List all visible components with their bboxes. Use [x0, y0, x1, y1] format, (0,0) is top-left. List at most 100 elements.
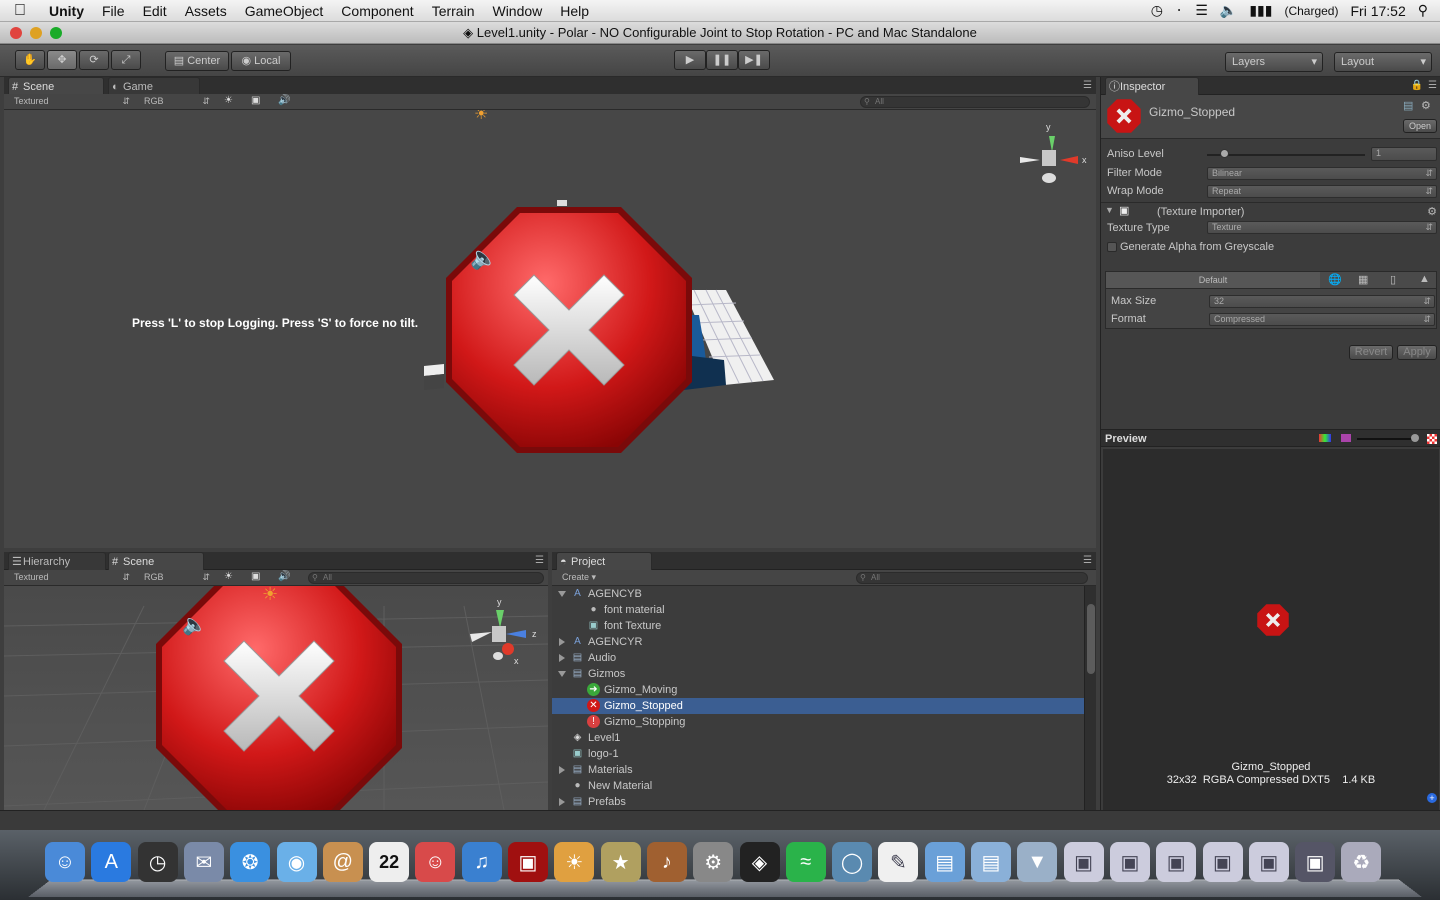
- unity-icon[interactable]: ◈: [739, 842, 780, 882]
- network-icon[interactable]: ◯: [832, 842, 873, 882]
- aniso-level-field[interactable]: 1: [1371, 147, 1437, 161]
- panel-menu-icon[interactable]: ☰: [1083, 80, 1092, 91]
- mip-slider-thumb[interactable]: [1411, 434, 1419, 442]
- mip-slider-track[interactable]: [1357, 438, 1415, 440]
- apple-menu-icon[interactable]: : [0, 2, 40, 20]
- bluetooth-icon[interactable]: ᛫: [1175, 3, 1183, 19]
- secondary-scene-viewport[interactable]: ☀ 🔈 y z x: [4, 586, 548, 810]
- color-mode-dropdown[interactable]: RGB ⇵: [140, 95, 210, 108]
- pause-button[interactable]: ❚❚: [706, 50, 738, 70]
- tab-scene[interactable]: # Scene: [8, 77, 104, 95]
- foldout-closed-icon[interactable]: [559, 766, 565, 774]
- standalone-platform-icon[interactable]: ▦: [1358, 273, 1368, 286]
- project-row[interactable]: ▤ Gizmos: [552, 666, 1084, 682]
- window-2-icon[interactable]: ▣: [1109, 842, 1150, 882]
- dvd-player-icon[interactable]: ▣: [508, 842, 548, 882]
- menu-gameobject[interactable]: GameObject: [236, 0, 333, 22]
- project-row[interactable]: A AGENCYR: [552, 634, 1084, 650]
- audio-toggle-icon[interactable]: 🔊: [278, 571, 290, 582]
- texture-importer-header[interactable]: ▼ ▣ (Texture Importer) ⚙: [1101, 202, 1440, 220]
- audio-toggle-icon[interactable]: 🔊: [278, 95, 290, 106]
- revert-button[interactable]: Revert: [1349, 345, 1393, 360]
- secondary-search-input[interactable]: ⚲ All: [308, 572, 544, 584]
- photo-booth-icon[interactable]: ☺: [415, 842, 456, 882]
- safari-icon[interactable]: ❂: [230, 842, 271, 882]
- foldout-open-icon[interactable]: [558, 591, 566, 597]
- texture-type-dropdown[interactable]: Texture ⇵: [1207, 221, 1437, 234]
- project-row[interactable]: ● New Material: [552, 778, 1084, 794]
- menu-help[interactable]: Help: [551, 0, 598, 22]
- scrollbar-thumb[interactable]: [1087, 604, 1095, 674]
- step-button[interactable]: ▶❚: [738, 50, 770, 70]
- volume-icon[interactable]: 🔈: [1220, 2, 1237, 19]
- lock-icon[interactable]: 🔒: [1411, 80, 1423, 91]
- menu-app-name[interactable]: Unity: [40, 0, 93, 22]
- tab-scene-secondary[interactable]: # Scene: [108, 552, 204, 570]
- clock[interactable]: Fri 17:52: [1350, 3, 1405, 19]
- applications-folder-icon[interactable]: ▤: [924, 842, 965, 882]
- documents-folder-icon[interactable]: ▤: [971, 842, 1011, 882]
- tab-project[interactable]: ◓ Project: [556, 552, 652, 570]
- render-mode-dropdown[interactable]: Textured ⇵: [10, 95, 130, 108]
- scale-tool-button[interactable]: ⤢: [111, 50, 141, 70]
- menu-component[interactable]: Component: [332, 0, 422, 22]
- rgb-channel-icon[interactable]: [1319, 434, 1331, 442]
- mail-stamp-icon[interactable]: ✉: [183, 842, 224, 882]
- iphoto-icon[interactable]: ☀: [554, 842, 595, 882]
- window-4-icon[interactable]: ▣: [1202, 842, 1243, 882]
- trash-icon[interactable]: ♻: [1341, 842, 1382, 882]
- foldout-arrow-icon[interactable]: ▼: [1105, 205, 1114, 215]
- color-mode-dropdown[interactable]: RGB ⇵: [140, 571, 210, 584]
- generate-alpha-checkbox[interactable]: [1107, 242, 1117, 252]
- create-dropdown[interactable]: Create ▾: [558, 571, 608, 584]
- project-row[interactable]: ▣ font Texture: [552, 618, 1084, 634]
- window-6-icon[interactable]: ▣: [1295, 842, 1336, 882]
- iphone-platform-icon[interactable]: ▯: [1390, 273, 1396, 286]
- calendar-icon[interactable]: 22: [369, 842, 410, 882]
- project-row[interactable]: ▤ Materials: [552, 762, 1084, 778]
- scene-orientation-gizmo[interactable]: y x: [1016, 120, 1094, 196]
- system-preferences-icon[interactable]: ⚙: [693, 842, 734, 882]
- menu-file[interactable]: File: [93, 0, 134, 22]
- aniso-slider-thumb[interactable]: [1220, 149, 1229, 158]
- panel-menu-icon[interactable]: ☰: [535, 555, 544, 566]
- rotate-tool-button[interactable]: ⟳: [79, 50, 109, 70]
- foldout-closed-icon[interactable]: [559, 638, 565, 646]
- zoom-window-icon[interactable]: [50, 27, 62, 39]
- finder-icon[interactable]: ☺: [45, 842, 85, 882]
- filter-mode-dropdown[interactable]: Bilinear ⇵: [1207, 167, 1437, 180]
- downloads-icon[interactable]: ▼: [1017, 842, 1058, 882]
- checker-icon[interactable]: [1427, 434, 1437, 444]
- apply-button[interactable]: Apply: [1397, 345, 1437, 360]
- itunes-icon[interactable]: ♫: [461, 842, 502, 882]
- project-row[interactable]: ✕ Gizmo_Stopped: [552, 698, 1084, 714]
- textedit-icon[interactable]: ✎: [878, 842, 919, 882]
- project-row[interactable]: ● font material: [552, 602, 1084, 618]
- help-book-icon[interactable]: ▤: [1403, 99, 1413, 112]
- foldout-closed-icon[interactable]: [559, 798, 565, 806]
- panel-menu-icon[interactable]: ☰: [1428, 80, 1437, 91]
- tab-inspector[interactable]: ⓘ Inspector: [1105, 77, 1199, 95]
- time-machine-icon[interactable]: ◷: [1151, 2, 1163, 19]
- menu-window[interactable]: Window: [483, 0, 551, 22]
- aniso-slider-track[interactable]: [1207, 154, 1365, 156]
- project-row[interactable]: ▤ Audio: [552, 650, 1084, 666]
- move-tool-button[interactable]: ✥: [47, 50, 77, 70]
- play-button[interactable]: ▶: [674, 50, 706, 70]
- layers-dropdown[interactable]: Layers ▾: [1225, 52, 1323, 72]
- wifi-icon[interactable]: ☰: [1195, 2, 1208, 19]
- project-search-input[interactable]: ⚲ All: [856, 572, 1088, 584]
- tab-game[interactable]: ◐ Game: [108, 77, 200, 95]
- alpha-channel-icon[interactable]: [1341, 434, 1351, 442]
- lighting-toggle-icon[interactable]: ☀: [224, 571, 233, 582]
- add-icon[interactable]: +: [1427, 793, 1437, 803]
- window-1-icon[interactable]: ▣: [1063, 842, 1104, 882]
- project-row[interactable]: A AGENCYB: [552, 586, 1084, 602]
- layout-dropdown[interactable]: Layout ▾: [1334, 52, 1432, 72]
- foldout-closed-icon[interactable]: [559, 654, 565, 662]
- panel-menu-icon[interactable]: ☰: [1083, 555, 1092, 566]
- close-window-icon[interactable]: [10, 27, 22, 39]
- project-row[interactable]: ▣ logo-1: [552, 746, 1084, 762]
- gear-icon[interactable]: ⚙: [1427, 205, 1437, 218]
- format-dropdown[interactable]: Compressed ⇵: [1209, 313, 1435, 326]
